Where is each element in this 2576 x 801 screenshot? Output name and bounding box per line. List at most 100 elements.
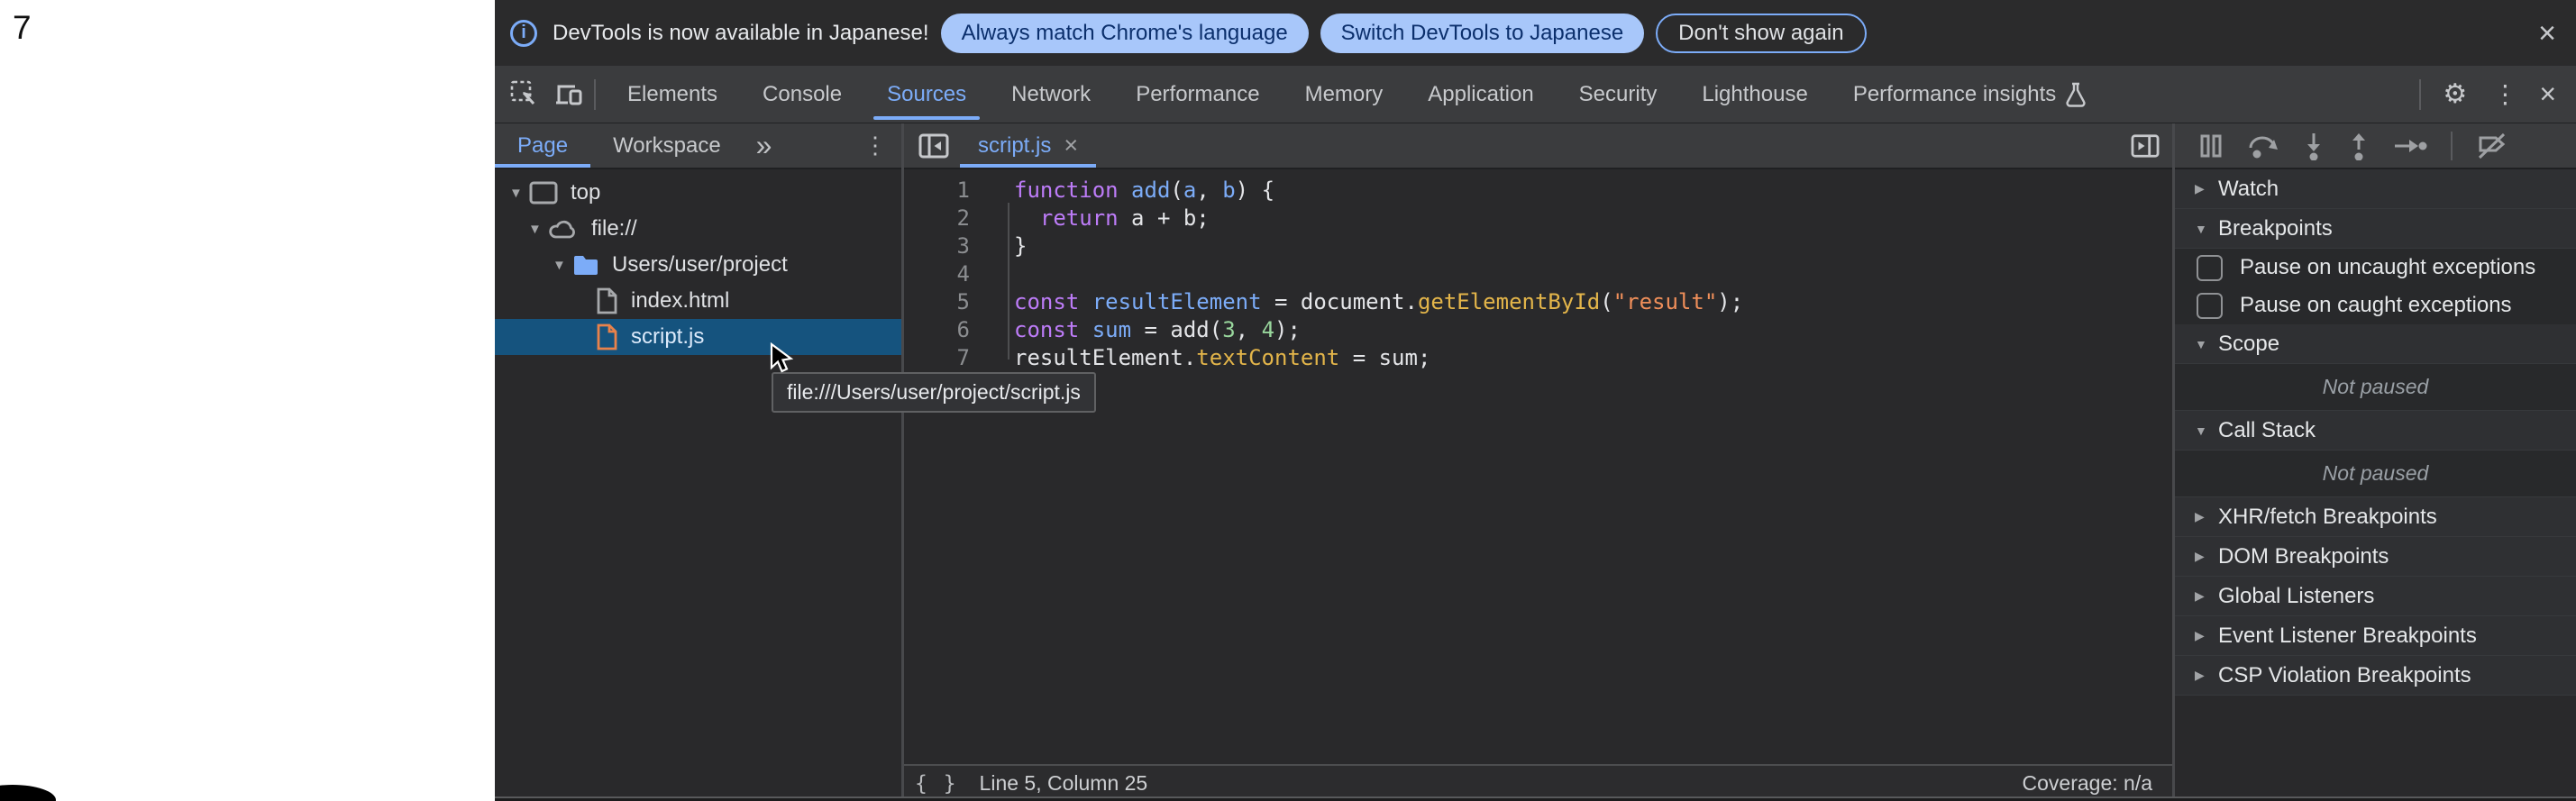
pretty-print-icon[interactable]: { }: [915, 772, 958, 796]
corner-shape: [0, 785, 56, 801]
tab-performance[interactable]: Performance: [1113, 66, 1282, 123]
toolbar-right: ⚙ ⋮ ×: [2410, 66, 2576, 123]
expand-arrow-icon[interactable]: ▶: [2195, 588, 2218, 604]
open-sidebar-icon[interactable]: [2131, 132, 2160, 159]
tree-item-label: index.html: [631, 288, 729, 314]
navigator-tab-workspace[interactable]: Workspace: [590, 123, 744, 168]
mouse-cursor: [769, 342, 798, 375]
screen: 7 i DevTools is now available in Japanes…: [0, 0, 2576, 801]
pause-icon[interactable]: [2198, 133, 2224, 159]
expand-arrow-icon[interactable]: ▶: [2195, 549, 2218, 564]
infobar-button-2[interactable]: Don't show again: [1656, 14, 1866, 53]
line-number: 5: [904, 288, 970, 316]
tab-sources[interactable]: Sources: [864, 66, 989, 123]
tab-lighthouse[interactable]: Lighthouse: [1679, 66, 1830, 123]
active-tab-underline: [960, 164, 1096, 168]
more-options-icon[interactable]: ⋮: [2492, 79, 2517, 109]
navigator-tab-page[interactable]: Page: [495, 123, 590, 168]
tab-label: Memory: [1305, 82, 1384, 107]
settings-gear-icon[interactable]: ⚙: [2443, 78, 2467, 110]
tab-elements[interactable]: Elements: [605, 66, 740, 123]
section-header-csp-violation-breakpoints[interactable]: ▶CSP Violation Breakpoints: [2175, 656, 2576, 696]
code-text: resultElement.textContent = sum;: [1014, 344, 1430, 372]
step-icon[interactable]: [2393, 135, 2427, 157]
tab-label: Elements: [627, 82, 717, 107]
tab-memory[interactable]: Memory: [1283, 66, 1406, 123]
tab-security[interactable]: Security: [1557, 66, 1680, 123]
infobar-button-0[interactable]: Always match Chrome's language: [941, 14, 1309, 53]
device-toolbar-icon[interactable]: [553, 80, 585, 109]
code-line: 6const sum = add(3, 4);: [904, 316, 2172, 344]
tree-item-script-js[interactable]: script.js: [495, 319, 901, 355]
checkbox-pause-on-caught-exceptions[interactable]: [2197, 293, 2223, 319]
step-over-icon[interactable]: [2247, 132, 2279, 159]
tab-close-icon[interactable]: ×: [1064, 132, 1078, 159]
code-editor[interactable]: 1function add(a, b) {2 return a + b;3}45…: [904, 169, 2172, 764]
not-paused-notice: Not paused: [2175, 451, 2576, 497]
infobar-button-1[interactable]: Switch DevTools to Japanese: [1320, 14, 1645, 53]
deactivate-breakpoints-icon[interactable]: [2476, 132, 2508, 160]
indent-guide: [1008, 203, 1009, 360]
tree-item-label: script.js: [631, 324, 704, 350]
debugger-sidebar: ▶Watch▼BreakpointsPause on uncaught exce…: [2175, 123, 2576, 801]
section-header-breakpoints[interactable]: ▼Breakpoints: [2175, 209, 2576, 249]
section-header-watch[interactable]: ▶Watch: [2175, 169, 2576, 209]
checkbox-label: Pause on caught exceptions: [2240, 293, 2512, 318]
active-tab-underline: [873, 116, 980, 120]
expand-arrow-icon[interactable]: ▶: [2195, 668, 2218, 683]
file-path-tooltip: file:///Users/user/project/script.js: [772, 372, 1096, 413]
tree-item-users-user-project[interactable]: ▼Users/user/project: [495, 247, 901, 283]
section-header-call-stack[interactable]: ▼Call Stack: [2175, 411, 2576, 451]
tree-item-index-html[interactable]: index.html: [495, 283, 901, 319]
section-header-scope[interactable]: ▼Scope: [2175, 324, 2576, 364]
navigator-pane: PageWorkspace » ⋮ ▼top▼file://▼Users/user/…: [495, 123, 901, 801]
tab-label: Performance: [1136, 82, 1259, 107]
section-header-dom-breakpoints[interactable]: ▶DOM Breakpoints: [2175, 537, 2576, 577]
tree-item-file-[interactable]: ▼file://: [495, 211, 901, 247]
cursor-position-text: Line 5, Column 25: [980, 771, 1148, 796]
editor-tab-scriptjs[interactable]: script.js ×: [960, 123, 1096, 168]
main-toolbar: Elements ConsoleSourcesNetwork Performance…: [495, 66, 2576, 123]
folder-icon: [572, 254, 599, 277]
collapse-arrow-icon[interactable]: ▼: [2195, 222, 2218, 236]
expand-arrow-icon[interactable]: ▼: [553, 258, 572, 273]
navigator-toolbar: PageWorkspace » ⋮: [495, 123, 901, 169]
section-header-label: CSP Violation Breakpoints: [2218, 663, 2471, 688]
line-number: 6: [904, 316, 970, 344]
browser-page: 7: [0, 0, 495, 801]
section-header-event-listener-breakpoints[interactable]: ▶Event Listener Breakpoints: [2175, 616, 2576, 656]
tab-network[interactable]: Network: [989, 66, 1113, 123]
expand-arrow-icon[interactable]: ▼: [528, 222, 548, 237]
devtools-close-icon[interactable]: ×: [2539, 77, 2556, 111]
tab-performance-insights[interactable]: Performance insights: [1831, 66, 2109, 123]
collapse-arrow-icon[interactable]: ▼: [2195, 337, 2218, 351]
navigator-more-icon[interactable]: ⋮: [863, 132, 887, 159]
overflow-tabs-icon[interactable]: »: [756, 129, 772, 162]
collapse-navigator-icon[interactable]: [918, 132, 949, 160]
checkbox-pause-on-uncaught-exceptions[interactable]: [2197, 255, 2223, 281]
file-tree: ▼top▼file://▼Users/user/project index.htm…: [495, 169, 901, 801]
code-text: function add(a, b) {: [1014, 177, 1274, 205]
notice-label: Not paused: [2323, 375, 2429, 399]
expand-arrow-icon[interactable]: ▶: [2195, 509, 2218, 524]
inspect-icon[interactable]: [509, 79, 540, 110]
step-into-icon[interactable]: [2303, 132, 2325, 160]
expand-arrow-icon[interactable]: ▼: [509, 186, 529, 201]
code-text: }: [1014, 232, 1027, 260]
code-line: 7resultElement.textContent = sum;: [904, 344, 2172, 372]
section-header-label: Scope: [2218, 332, 2279, 357]
step-out-icon[interactable]: [2348, 132, 2370, 160]
expand-arrow-icon[interactable]: ▶: [2195, 181, 2218, 196]
section-header-global-listeners[interactable]: ▶Global Listeners: [2175, 577, 2576, 616]
editor-pane: script.js × 1function add(a, b) {2 retur…: [904, 123, 2172, 801]
line-number: 3: [904, 232, 970, 260]
section-header-label: Watch: [2218, 177, 2279, 202]
expand-arrow-icon[interactable]: ▶: [2195, 628, 2218, 643]
infobar-close-icon[interactable]: ×: [2538, 18, 2556, 49]
section-header-xhr-fetch-breakpoints[interactable]: ▶XHR/fetch Breakpoints: [2175, 497, 2576, 537]
tab-console[interactable]: Console: [740, 66, 864, 123]
collapse-arrow-icon[interactable]: ▼: [2195, 423, 2218, 438]
line-number: 1: [904, 177, 970, 205]
tab-application[interactable]: Application: [1405, 66, 1556, 123]
tree-item-top[interactable]: ▼top: [495, 175, 901, 211]
